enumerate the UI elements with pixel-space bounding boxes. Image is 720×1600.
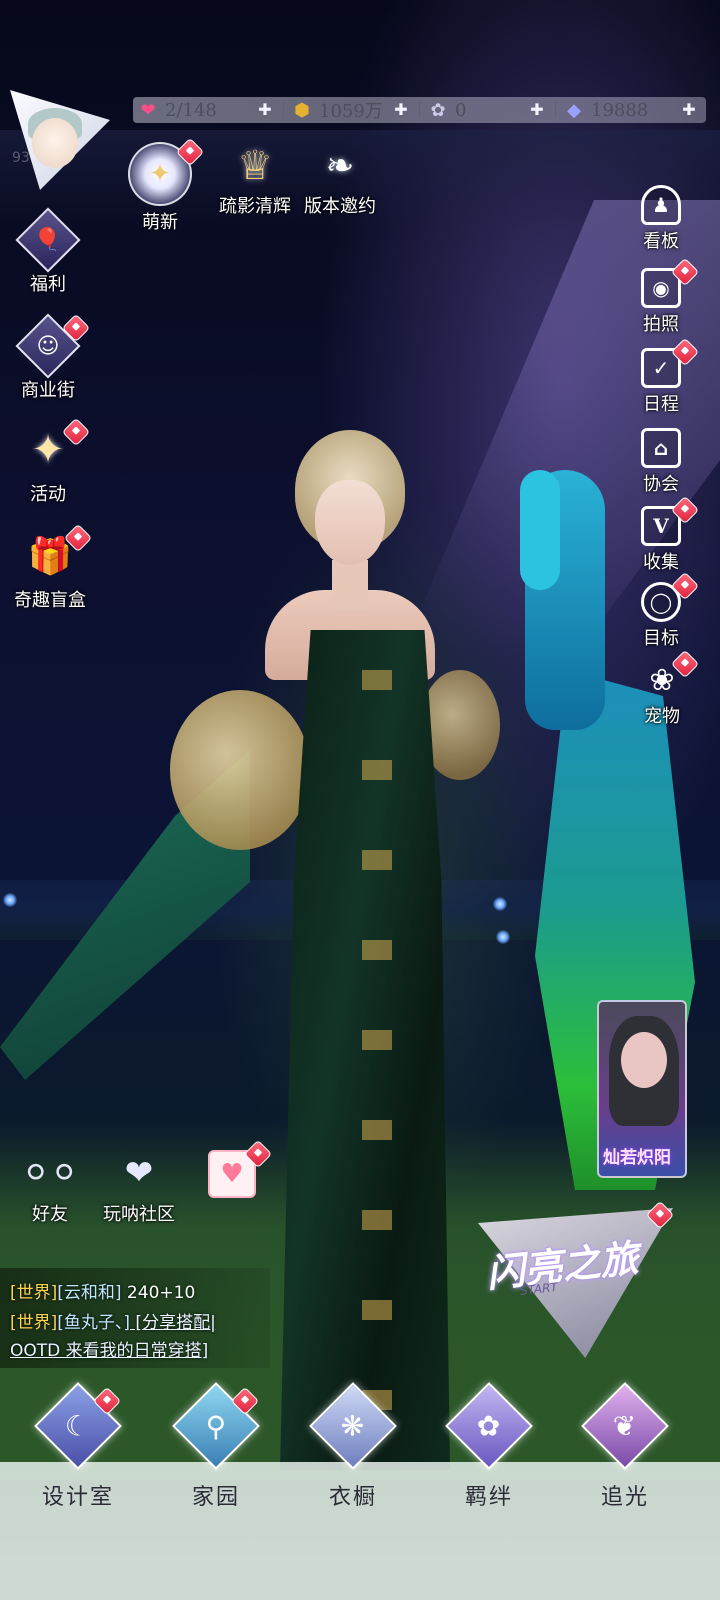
nav-wardrobe-label: 衣橱 — [328, 1485, 377, 1510]
chat-message: OOTD 来看我的日常穿搭] — [10, 1336, 208, 1361]
clover-icon: ✿ — [445, 1382, 533, 1470]
shopping-street-label: 商业街 — [21, 380, 75, 401]
nav-design-studio[interactable]: ☾ 设计室 — [33, 1382, 123, 1511]
nav-chase-light-label: 追光 — [600, 1485, 649, 1510]
stamina-value: 2/148 — [165, 99, 217, 121]
stage-light-dot — [3, 893, 17, 907]
add-stamina-button[interactable]: ✚ — [255, 99, 275, 119]
gold-resource: ⬢ 1059万 — [291, 97, 383, 123]
character-neck — [332, 560, 368, 610]
resource-bar: ❤ 2/148 ✚ ⬢ 1059万 ✚ ✿ 0 ✚ ◆ 19888 ✚ — [133, 97, 706, 123]
diamond-value: 19888 — [591, 99, 649, 121]
event-banner-label: 灿若炽阳 — [603, 1148, 671, 1168]
diamond-resource: ◆ 19888 — [563, 97, 648, 123]
swan-icon: ❧ — [325, 146, 355, 186]
chat-channel-tag: [世界] — [10, 1313, 58, 1333]
character-dress — [280, 630, 450, 1470]
nav-design-studio-label: 设计室 — [41, 1485, 114, 1510]
nav-wardrobe[interactable]: ❋ 衣橱 — [308, 1382, 398, 1511]
community-button[interactable]: ❤ 玩呐社区 — [103, 1148, 175, 1226]
chat-message: [世界][鱼丸子、] [分享搭配| — [10, 1308, 216, 1333]
blind-box-label: 奇趣盲盒 — [14, 590, 86, 611]
blind-box-button[interactable]: 🎁 奇趣盲盒 — [14, 523, 93, 612]
nav-home-label: 家园 — [191, 1485, 240, 1510]
crown-event-button[interactable]: ♕ 疏影清辉 — [215, 142, 295, 218]
character-face — [315, 480, 385, 565]
diamond-flower-icon: ❋ — [309, 1382, 397, 1470]
schedule-label: 日程 — [643, 394, 679, 415]
nav-bonds[interactable]: ✿ 羁绊 — [444, 1382, 534, 1511]
newbie-event-button[interactable]: ✦ 萌新 — [128, 137, 205, 234]
clover-icon: ✿ — [430, 99, 446, 121]
clover-value: 0 — [455, 99, 467, 121]
photo-button[interactable]: ◉ 拍照 — [641, 257, 700, 336]
player-level: 93 — [12, 150, 30, 166]
peacock-neck — [520, 470, 560, 590]
hot-air-balloon-icon: 🎈 — [15, 207, 81, 273]
heart-gem-icon: ❤ — [140, 99, 156, 121]
crown-icon: ♕ — [237, 143, 273, 189]
bubbles-icon: ⚪⚪ — [21, 1153, 79, 1193]
divider — [555, 102, 556, 118]
nav-bonds-label: 羁绊 — [464, 1485, 513, 1510]
goal-button[interactable]: ◯ 目标 — [641, 571, 700, 650]
gold-coin-icon: ⬢ — [294, 99, 310, 121]
pet-button[interactable]: ❀ 宠物 — [641, 649, 700, 728]
collection-button[interactable]: V 收集 — [641, 495, 700, 574]
crown-event-label: 疏影清辉 — [219, 196, 291, 217]
guild-button[interactable]: ⌂ 协会 — [641, 428, 681, 496]
chat-message: [世界][云和和] 240+10 — [10, 1278, 195, 1303]
add-gold-button[interactable]: ✚ — [391, 99, 411, 119]
chat-sender: [云和和] — [57, 1283, 122, 1303]
welfare-button[interactable]: 🎈 福利 — [15, 207, 81, 296]
board-label: 看板 — [643, 231, 679, 252]
schedule-button[interactable]: ✓ 日程 — [641, 337, 700, 416]
add-clover-button[interactable]: ✚ — [527, 99, 547, 119]
divider — [283, 102, 284, 118]
planet-heart-icon: ❤ — [124, 1153, 154, 1193]
shared-outfit-link[interactable]: [分享搭配| — [130, 1313, 215, 1333]
shopping-street-button[interactable]: ☺ 商业街 — [15, 313, 91, 402]
guild-hall-icon: ⌂ — [641, 428, 681, 468]
diamond-icon: ◆ — [567, 99, 581, 121]
nav-chase-light[interactable]: ❦ 追光 — [580, 1382, 670, 1511]
activity-label: 活动 — [30, 484, 66, 505]
activity-button[interactable]: ✦ 活动 — [20, 417, 91, 506]
avatar-face — [32, 118, 78, 168]
butterfly-icon: ❦ — [581, 1382, 669, 1470]
newbie-event-label: 萌新 — [142, 212, 178, 233]
add-diamond-button[interactable]: ✚ — [679, 99, 699, 119]
nav-home[interactable]: ⚲ 家园 — [171, 1382, 261, 1511]
board-button[interactable]: ♟ 看板 — [641, 185, 681, 253]
guild-label: 协会 — [643, 474, 679, 495]
chat-channel-tag: [世界] — [10, 1283, 58, 1303]
gift-button[interactable]: ♥ — [208, 1139, 273, 1198]
pet-label: 宠物 — [644, 706, 680, 727]
gold-value: 1059万 — [319, 101, 383, 122]
collection-label: 收集 — [643, 552, 679, 573]
divider — [419, 102, 420, 118]
event-character-face — [621, 1032, 667, 1088]
world-chat-panel[interactable]: [世界][云和和] 240+10 [世界][鱼丸子、] [分享搭配| OOTD … — [0, 1268, 270, 1368]
stamina-resource: ❤ 2/148 — [137, 97, 217, 123]
version-invite-button[interactable]: ❧ 版本邀约 — [300, 142, 380, 218]
version-invite-label: 版本邀约 — [304, 196, 376, 217]
shared-outfit-link[interactable]: OOTD 来看我的日常穿搭] — [10, 1341, 208, 1361]
event-banner-card[interactable]: 灿若炽阳 — [597, 1000, 687, 1178]
character-sleeve-left — [170, 690, 310, 850]
clover-resource: ✿ 0 — [427, 97, 466, 123]
photo-label: 拍照 — [643, 314, 679, 335]
welfare-label: 福利 — [30, 274, 66, 295]
goal-label: 目标 — [643, 628, 679, 649]
chat-sender: [鱼丸子、] — [57, 1313, 131, 1333]
friends-button[interactable]: ⚪⚪ 好友 — [18, 1148, 82, 1226]
community-label: 玩呐社区 — [103, 1204, 175, 1225]
chat-text: 240+10 — [121, 1283, 196, 1303]
figure-icon: ♟ — [641, 185, 681, 225]
friends-label: 好友 — [32, 1204, 68, 1225]
